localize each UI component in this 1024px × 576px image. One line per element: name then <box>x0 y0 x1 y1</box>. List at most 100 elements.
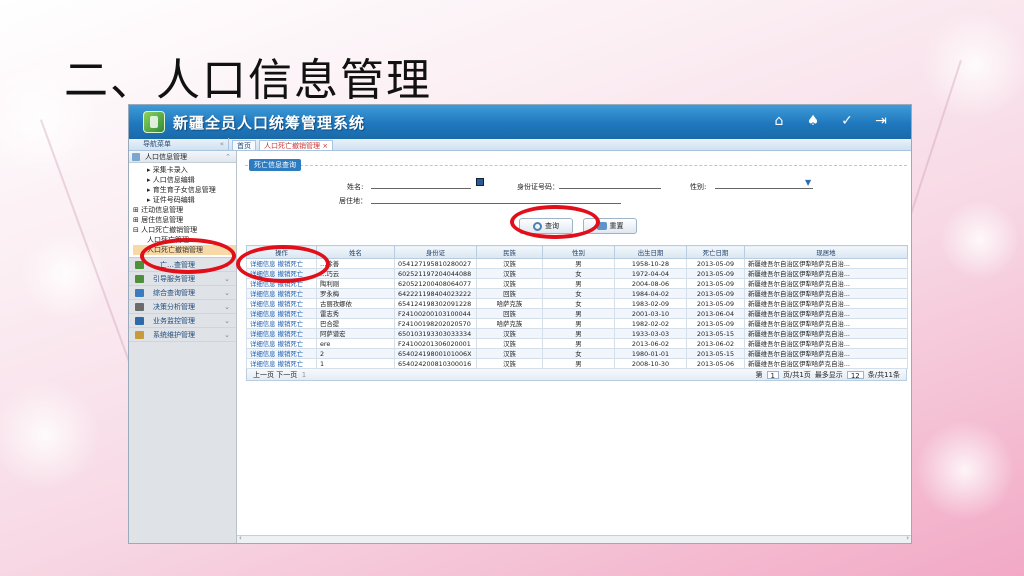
col-gender[interactable]: 性别 <box>542 245 615 259</box>
sidebar-menu-query[interactable]: 综合查询管理 ⌄ <box>129 286 236 300</box>
cell-actions: 详细信息 撤销死亡 <box>246 288 317 299</box>
address-input[interactable] <box>371 196 621 204</box>
cell-ethnicity: 哈萨克族 <box>476 298 543 309</box>
cell-death-date: 2013-05-09 <box>686 258 745 269</box>
detail-link[interactable]: 详细信息 <box>250 350 276 358</box>
table-row: 详细信息 撤销死亡 古丽孜娜依 654124198302091228 哈萨克族女 198… <box>246 298 908 309</box>
cell-actions: 详细信息 撤销死亡 <box>246 348 317 359</box>
tree-item-id-edit[interactable]: ▸ 证件号码编辑 <box>133 195 236 205</box>
cell-id: 620521200408064077 <box>394 278 477 289</box>
cell-birth-date: 2004-08-06 <box>614 278 687 289</box>
chevron-down-icon: ⌄ <box>224 331 230 339</box>
name-input[interactable] <box>371 181 471 189</box>
sidebar-menu-label: 引导服务管理 <box>153 275 195 283</box>
detail-link[interactable]: 详细信息 <box>250 330 276 338</box>
sidebar-menu-guide[interactable]: 引导服务管理 ⌄ <box>129 272 236 286</box>
cell-id: 65402419800101006X <box>394 348 477 359</box>
tree-item-card-entry[interactable]: ▸ 采集卡录入 <box>133 165 236 175</box>
cell-ethnicity: 汉族 <box>476 328 543 339</box>
revoke-death-link[interactable]: 撤销死亡 <box>278 360 304 368</box>
gender-select[interactable] <box>715 181 813 189</box>
page-size-select[interactable]: 12 <box>846 370 864 380</box>
chevron-down-icon[interactable]: ▼ <box>805 178 811 187</box>
page-size-label: 最多显示 <box>814 370 843 379</box>
cell-actions: 详细信息 撤销死亡 <box>246 338 317 349</box>
cell-name: 巴合提 <box>316 318 395 329</box>
name-label: 姓名: <box>347 183 364 191</box>
app-header: 新疆全员人口统筹管理系统 ⌂ ♠ ✓ ⇥ <box>129 105 911 139</box>
sidebar-group-population[interactable]: 人口信息管理 ⌃ <box>129 151 236 163</box>
cell-address: 新疆维吾尔自治区伊犁哈萨克自治... <box>744 278 908 289</box>
tree-item-death-folder[interactable]: ⊟ 人口死亡撤销管理 <box>133 225 236 235</box>
page-size-suffix: 条/共11条 <box>867 370 900 379</box>
tree-item-migration[interactable]: ⊞ 迁动信息管理 <box>133 205 236 215</box>
tools-icon[interactable]: ✓ <box>839 113 855 129</box>
detail-link[interactable]: 详细信息 <box>250 340 276 348</box>
cell-birth-date: 1983-02-09 <box>614 298 687 309</box>
detail-link[interactable]: 详细信息 <box>250 290 276 298</box>
cell-ethnicity: 汉族 <box>476 278 543 289</box>
tree-item-children-info[interactable]: ▸ 育生育子女信息管理 <box>133 185 236 195</box>
logout-icon[interactable]: ⇥ <box>873 113 889 129</box>
horizontal-scrollbar[interactable]: ‹ › <box>237 534 911 543</box>
cell-address: 新疆维吾尔自治区伊犁哈萨克自治... <box>744 348 908 359</box>
detail-link[interactable]: 详细信息 <box>250 360 276 368</box>
col-address[interactable]: 现居地 <box>744 245 908 259</box>
revoke-death-link[interactable]: 撤销死亡 <box>278 350 304 358</box>
home-icon[interactable]: ⌂ <box>771 113 787 129</box>
sidebar-menu-system[interactable]: 系统维护管理 ⌄ <box>129 328 236 342</box>
detail-link[interactable]: 详细信息 <box>250 310 276 318</box>
table-row: 详细信息 撤销死亡 2 65402419800101006X 汉族女 1980-01-0… <box>246 348 908 359</box>
revoke-death-link[interactable]: 撤销死亡 <box>278 310 304 318</box>
prev-page-link[interactable]: 上一页 <box>253 370 274 380</box>
cell-id: F24100201306020001 <box>394 338 477 349</box>
cell-birth-date: 1982-02-02 <box>614 318 687 329</box>
header-icons: ⌂ ♠ ✓ ⇥ <box>771 113 889 129</box>
cell-death-date: 2013-05-06 <box>686 358 745 369</box>
revoke-death-link[interactable]: 撤销死亡 <box>278 300 304 308</box>
chevron-down-icon: ⌄ <box>224 303 230 311</box>
cell-gender: 男 <box>542 278 615 289</box>
col-birth-date[interactable]: 出生日期 <box>614 245 687 259</box>
sidebar-group-label: 人口信息管理 <box>145 153 187 161</box>
cell-actions: 详细信息 撤销死亡 <box>246 298 317 309</box>
detail-link[interactable]: 详细信息 <box>250 300 276 308</box>
app-title: 新疆全员人口统筹管理系统 <box>173 113 366 132</box>
cell-ethnicity: 回族 <box>476 288 543 299</box>
sidebar-menu-analysis[interactable]: 决策分析管理 ⌄ <box>129 300 236 314</box>
detail-link[interactable]: 详细信息 <box>250 320 276 328</box>
cell-id: 054127195810280027 <box>394 258 477 269</box>
id-label: 身份证号码： <box>517 183 559 191</box>
id-input[interactable] <box>559 181 661 189</box>
collapse-icon[interactable]: « <box>220 138 224 150</box>
sidebar-menu-monitor[interactable]: 业务监控管理 ⌄ <box>129 314 236 328</box>
cell-name: 古丽孜娜依 <box>316 298 395 309</box>
revoke-death-link[interactable]: 撤销死亡 <box>278 290 304 298</box>
cell-name: 1 <box>316 358 395 369</box>
bell-icon[interactable]: ♠ <box>805 113 821 129</box>
col-id[interactable]: 身份证 <box>394 245 477 259</box>
revoke-death-link[interactable]: 撤销死亡 <box>278 330 304 338</box>
tab-death-revoke[interactable]: 人口死亡撤销管理 × <box>259 140 334 150</box>
tab-home[interactable]: 首页 <box>232 140 256 150</box>
col-ethnicity[interactable]: 民族 <box>476 245 543 259</box>
nav-menu-header: 导航菜单 « <box>129 138 229 150</box>
next-page-link[interactable]: 下一页 <box>276 370 297 380</box>
tree-item-population-edit[interactable]: ▸ 人口信息编辑 <box>133 175 236 185</box>
current-page-marker: 1 <box>301 370 307 379</box>
cell-address: 新疆维吾尔自治区伊犁哈萨克自治... <box>744 288 908 299</box>
cell-birth-date: 1958-10-28 <box>614 258 687 269</box>
revoke-death-link[interactable]: 撤销死亡 <box>278 340 304 348</box>
col-name[interactable]: 姓名 <box>316 245 395 259</box>
name-picker-button[interactable] <box>476 178 484 186</box>
tree-item-residence[interactable]: ⊞ 居住信息管理 <box>133 215 236 225</box>
cell-actions: 详细信息 撤销死亡 <box>246 328 317 339</box>
col-death-date[interactable]: 死亡日期 <box>686 245 745 259</box>
scroll-left-icon[interactable]: ‹ <box>239 534 242 542</box>
cell-death-date: 2013-06-02 <box>686 338 745 349</box>
table-header-row: 操作 姓名 身份证 民族 性别 出生日期 死亡日期 现居地 <box>246 245 908 259</box>
scroll-right-icon[interactable]: › <box>906 534 909 542</box>
revoke-death-link[interactable]: 撤销死亡 <box>278 320 304 328</box>
page-select[interactable]: 1 <box>766 370 779 380</box>
cell-birth-date: 1984-04-02 <box>614 288 687 299</box>
